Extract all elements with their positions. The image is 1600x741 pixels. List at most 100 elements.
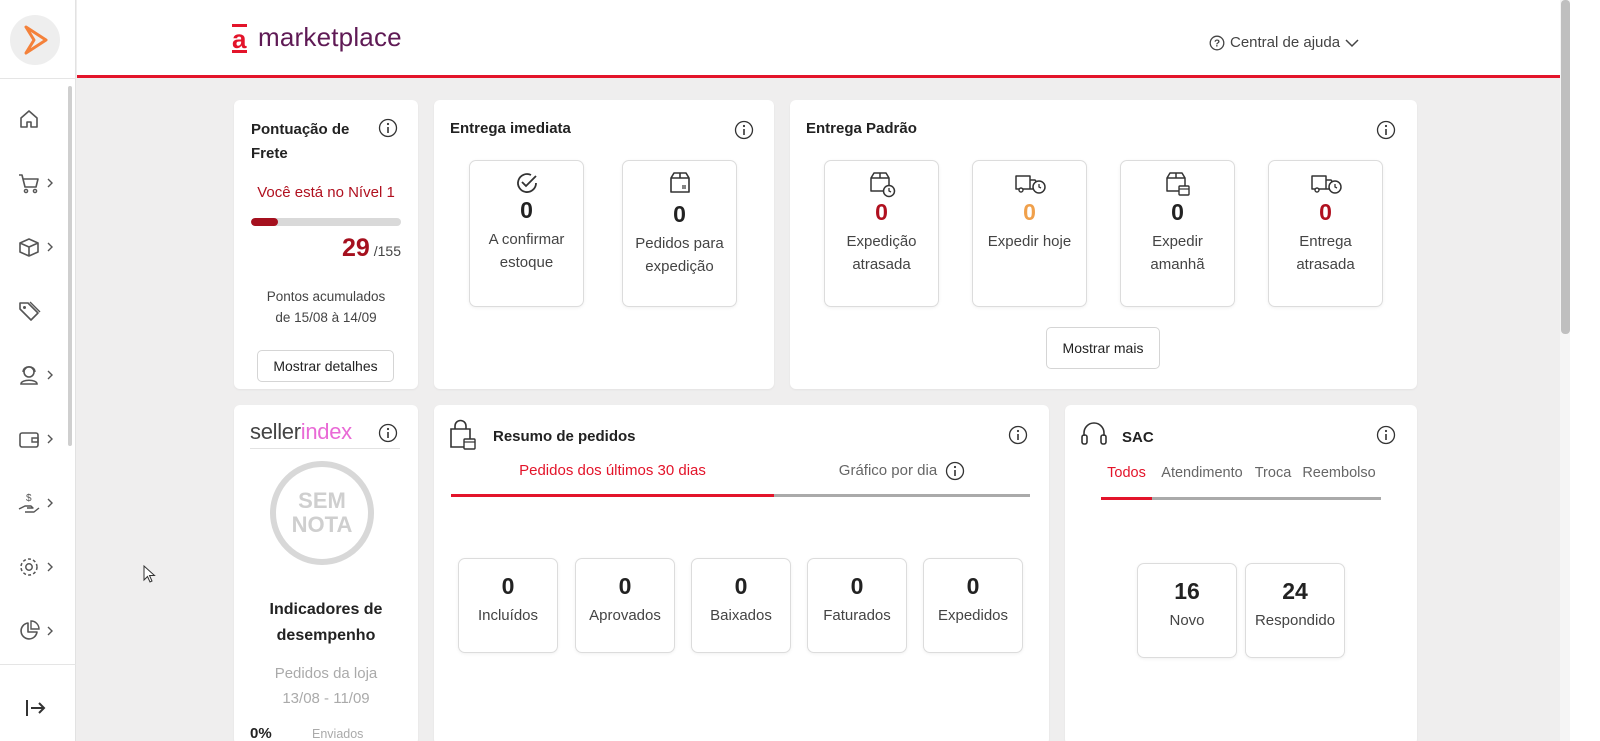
chevron-right-icon [47,434,53,444]
chevron-right-icon [47,178,53,188]
logo-seller: seller [250,419,301,444]
shopping-bag-icon [450,419,476,450]
play-arrow-logo-icon [24,25,48,55]
show-more-button[interactable]: Mostrar mais [1046,327,1160,369]
top-header: a marketplace ? Central de ajuda [77,0,1560,78]
chevron-right-icon [47,498,53,508]
tile-value: 0 [1319,199,1332,225]
tab-label: Gráfico por dia [838,462,938,479]
sidebar-item-promotions[interactable] [16,294,60,328]
sidebar-item-reports[interactable] [16,614,60,648]
score-total: /155 [373,243,401,259]
collapse-icon[interactable] [22,694,50,722]
info-icon[interactable] [734,120,754,140]
info-icon[interactable] [378,118,398,138]
period-range: de 15/08 à 14/09 [275,310,377,325]
tile-dispatch-tomorrow[interactable]: 0 Expedir amanhã [1120,160,1235,307]
sidebar-item-settings[interactable] [16,550,60,584]
sidebar-item-cart[interactable] [16,166,60,200]
info-icon[interactable] [378,423,398,443]
tile-included[interactable]: 0 Incluídos [458,558,558,653]
sidebar-item-payments[interactable]: $ [16,486,60,520]
package-icon [669,172,690,193]
page-scrollbar-thumb[interactable] [1561,0,1570,334]
help-center-menu[interactable]: ? Central de ajuda [1209,34,1365,51]
period-label: Pontos acumulados [266,289,386,304]
info-icon[interactable] [1376,120,1396,140]
tile-value: 0 [520,197,533,223]
sellerindex-logo: sellerindex [250,419,352,445]
tab-exchange[interactable]: Troca [1251,459,1295,497]
tab-last-30-days[interactable]: Pedidos dos últimos 30 dias [451,455,774,497]
card-title: Pontuação de Frete [251,121,350,162]
sidebar-scrollbar[interactable] [68,86,72,446]
sac-card: SAC Todos Atendimento Troca Reembolso 16… [1065,405,1417,741]
help-circle-icon: ? [1209,35,1225,50]
sidebar-item-support[interactable] [16,358,60,392]
tile-confirm-stock[interactable]: 0 A confirmar estoque [469,160,584,307]
tile-value: 0 [1171,199,1184,225]
tile-dispatch-today[interactable]: 0 Expedir hoje [972,160,1087,307]
shipping-score-card: Pontuação de Frete Você está no Nível 1 … [234,100,418,389]
tile-label: Novo [1169,612,1205,629]
tile-value: 0 [501,573,515,599]
sidebar-item-wallet[interactable] [16,422,60,456]
app-logo[interactable] [10,15,60,65]
tile-orders-dispatch[interactable]: 0 Pedidos para expedição [622,160,737,307]
tile-late-delivery[interactable]: 0 Entrega atrasada [1268,160,1383,307]
tile-approved[interactable]: 0 Aprovados [575,558,675,653]
badge-line1: SEM [298,488,346,513]
info-icon[interactable] [945,461,965,481]
wallet-icon [19,432,39,448]
tile-late-dispatch[interactable]: 0 Expedição atrasada [824,160,939,307]
sidebar: $ [0,0,76,741]
tile-answered[interactable]: 24 Respondido [1245,563,1345,658]
chevron-right-icon [47,242,53,252]
tile-value: 0 [875,199,888,225]
tag-icon [19,301,41,321]
score-readout: 29 /155 [342,234,401,263]
card-title: Resumo de pedidos [493,428,636,445]
tile-dispatched[interactable]: 0 Expedidos [923,558,1023,653]
info-icon[interactable] [1376,425,1396,445]
store-orders-label: Pedidos da loja [274,665,378,682]
tab-service[interactable]: Atendimento [1157,459,1247,497]
tile-new[interactable]: 16 Novo [1137,563,1237,658]
home-icon [20,110,38,128]
card-title: Entrega Padrão [806,120,917,137]
card-title: SAC [1122,429,1154,446]
marketplace-logo[interactable]: a marketplace [232,22,402,54]
tile-value: 0 [673,201,686,227]
payment-hand-icon: $ [18,493,40,513]
tile-lowered[interactable]: 0 Baixados [691,558,791,653]
brand-letter-logo: a [232,23,250,54]
tile-invoiced[interactable]: 0 Faturados [807,558,907,653]
store-orders: Pedidos da loja 13/08 - 11/09 [234,661,418,711]
check-circle-icon [516,173,537,193]
show-details-button[interactable]: Mostrar detalhes [257,350,394,382]
tile-label: Expedidos [937,607,1009,624]
tile-label: Entrega atrasada [1296,233,1355,273]
tile-value: 0 [1023,199,1036,225]
score-progress-fill [251,218,278,226]
tab-all[interactable]: Todos [1101,459,1152,500]
sent-percent: 0% [250,725,272,741]
info-icon[interactable] [1008,425,1028,445]
orders-summary-card: Resumo de pedidos Pedidos dos últimos 30… [434,405,1049,741]
gear-icon [20,558,38,576]
page-scrollbar-gutter [1570,0,1600,741]
tile-label: Expedir amanhã [1150,233,1205,273]
sidebar-item-home[interactable] [16,102,60,136]
sidebar-item-products[interactable] [16,230,60,264]
truck-late-icon [1310,175,1342,194]
sent-label: Enviados [312,727,364,741]
tile-label: Faturados [823,607,891,624]
immediate-delivery-card: Entrega imediata 0 A confirmar estoque 0… [434,100,774,389]
badge-line2: NOTA [291,512,353,537]
tab-daily-chart[interactable]: Gráfico por dia [774,455,1030,497]
pie-chart-icon [20,620,40,640]
tile-label: Incluídos [477,607,539,624]
tile-value: 24 [1282,578,1308,604]
brand-name: marketplace [258,22,402,52]
tab-refund[interactable]: Reembolso [1298,459,1380,497]
